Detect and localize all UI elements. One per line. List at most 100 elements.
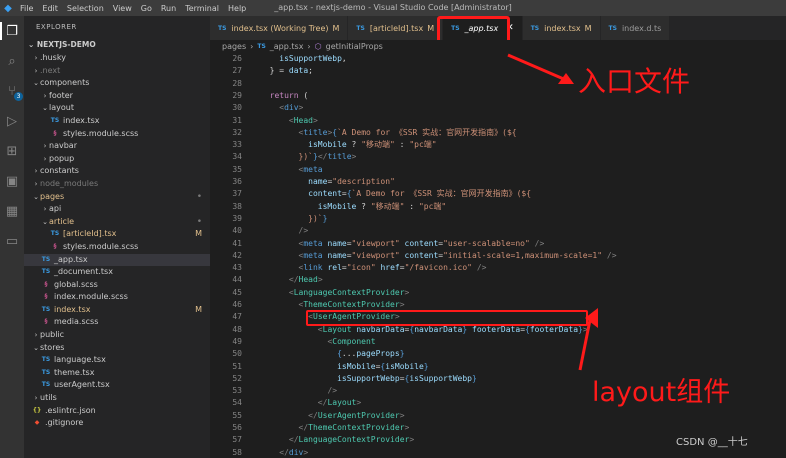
tree-file[interactable]: TS index.tsx [24,115,210,128]
tree-folder[interactable]: ⌄ layout [24,102,210,115]
tree-file[interactable]: TS theme.tsx [24,367,210,380]
breadcrumb-folder[interactable]: pages [222,42,246,51]
tree-folder[interactable]: ⌄ components [24,77,210,90]
tree-folder[interactable]: › navbar [24,140,210,153]
code-text: </LanguageContextProvider> [288,435,415,445]
ts-file-icon: TS [356,24,365,32]
tree-file[interactable]: § media.scss [24,316,210,329]
explorer-sidebar: EXPLORER ⌄ NEXTJS-DEMO › .husky › .next ⌄ com… [24,16,210,458]
tree-folder[interactable]: › utils [24,392,210,405]
tree-file[interactable]: TS language.tsx [24,354,210,367]
code-text: <link rel="icon" href="/favicon.ico" /> [298,263,487,273]
code-line: 35 <meta [210,164,786,176]
ts-file-icon: TS [41,356,51,364]
tree-folder[interactable]: › node_modules [24,178,210,191]
monitor-icon[interactable]: ▭ [3,232,21,250]
tree-folder[interactable]: ⌄ pages • [24,191,210,204]
code-text: isMobile={isMobile} [337,361,429,371]
modified-dot-icon: • [196,191,202,202]
line-number: 45 [232,287,242,297]
tab-4[interactable]: TS index.d.ts [600,16,671,40]
run-debug-icon[interactable]: ▷ [3,112,21,130]
tree-folder[interactable]: › footer [24,90,210,103]
line-number: 31 [232,115,242,125]
search-icon[interactable]: ⌕ [3,52,21,70]
project-section[interactable]: ⌄ NEXTJS-DEMO [24,38,210,52]
line-number: 42 [232,250,242,260]
breadcrumb-symbol[interactable]: getInitialProps [326,42,383,51]
tree-item-label: pages [40,191,65,201]
code-text: content={`A Demo for 《SSR 实战：官网开发指南》(${ [308,189,532,199]
chevron-down-icon: ⌄ [33,343,39,352]
chevron-down-icon: ⌄ [42,217,48,226]
code-line: 48 <Layout navbarData={navbarData} foote… [210,324,786,336]
code-text: isSupportWebp={isSupportWebp} [337,373,477,383]
tree-folder[interactable]: › constants [24,165,210,178]
line-number: 36 [232,177,242,186]
code-text: name="description" [308,177,395,186]
tree-file[interactable]: § styles.module.scss [24,128,210,141]
tree-file[interactable]: § index.module.scss [24,291,210,304]
tree-item-label: footer [49,90,73,100]
code-text: <Layout navbarData={navbarData} footerDa… [317,324,588,334]
tree-file[interactable]: TS index.tsx M [24,304,210,317]
code-text: } = data; [269,66,313,76]
extensions-icon[interactable]: ⊞ [3,142,21,160]
chevron-right-icon: › [43,142,47,151]
line-number: 57 [232,435,242,445]
breadcrumb: pages › TS _app.tsx › ⬡ getInitialProps [210,40,786,53]
line-number: 53 [232,386,242,396]
tree-file[interactable]: {} .eslintrc.json [24,405,210,418]
tab-label: index.d.ts [621,23,662,33]
line-number: 43 [232,263,242,273]
explorer-icon[interactable]: ❐ [0,22,21,40]
tab-0[interactable]: TS index.tsx (Working Tree) M [210,16,349,40]
tree-file[interactable]: TS [articleId].tsx M [24,228,210,241]
remote-explorer-icon[interactable]: ▣ [3,172,21,190]
source-control-icon[interactable]: ⑂ 3 [3,82,23,101]
tree-folder[interactable]: ⌄ stores [24,342,210,355]
activity-bar: ❐ ⌕ ⑂ 3 ▷ ⊞ ▣ ▦ ▭ [0,16,24,458]
tree-folder[interactable]: ⌄ article • [24,216,210,229]
tree-folder[interactable]: › api [24,203,210,216]
tree-folder[interactable]: › popup [24,153,210,166]
line-number: 55 [232,410,242,420]
tree-file[interactable]: ◆ .gitignore [24,417,210,430]
chevron-right-icon: › [34,66,38,75]
chevron-right-icon: › [43,154,47,163]
code-line: 42 <meta name="viewport" content="initia… [210,250,786,262]
tab-3[interactable]: TS index.tsx M [522,16,601,40]
line-number: 32 [232,127,242,137]
git-file-icon: ◆ [34,419,40,427]
tree-folder[interactable]: › .husky [24,52,210,65]
grid-icon[interactable]: ▦ [3,202,21,220]
modified-dot-icon: • [196,216,202,227]
code-line: 44 </Head> [210,274,786,286]
line-number: 48 [232,324,242,334]
tree-file[interactable]: TS userAgent.tsx [24,379,210,392]
chevron-down-icon: ⌄ [42,104,48,113]
tree-item-label: popup [49,153,75,163]
code-text: <Component [327,336,376,346]
line-number: 51 [232,361,242,371]
tree-file[interactable]: TS _document.tsx [24,266,210,279]
tree-file[interactable]: § global.scss [24,279,210,292]
code-line: 41 <meta name="viewport" content="user-s… [210,238,786,250]
tree-folder[interactable]: › public [24,329,210,342]
tree-folder[interactable]: › .next [24,65,210,78]
tree-file[interactable]: § styles.module.scss [24,241,210,254]
tree-item-label: index.module.scss [54,292,128,302]
scss-file-icon: § [44,280,48,288]
code-text: <ThemeContextProvider> [298,300,405,309]
ts-file-icon: TS [530,24,540,32]
tree-file[interactable]: TS _app.tsx [24,253,210,267]
code-text: <meta name="viewport" content="initial-s… [298,250,617,260]
code-text: {...pageProps} [337,349,405,359]
tab-1[interactable]: TS [articleId].tsx M [348,16,444,40]
breadcrumb-file[interactable]: _app.tsx [270,42,304,51]
tree-item-label: userAgent.tsx [54,380,110,390]
code-text: isSupportWebp, [279,54,347,63]
modified-badge: M [332,23,340,33]
scss-file-icon: § [44,293,48,301]
title-bar: ◆ File Edit Selection View Go Run Terminal Help… [0,0,786,16]
